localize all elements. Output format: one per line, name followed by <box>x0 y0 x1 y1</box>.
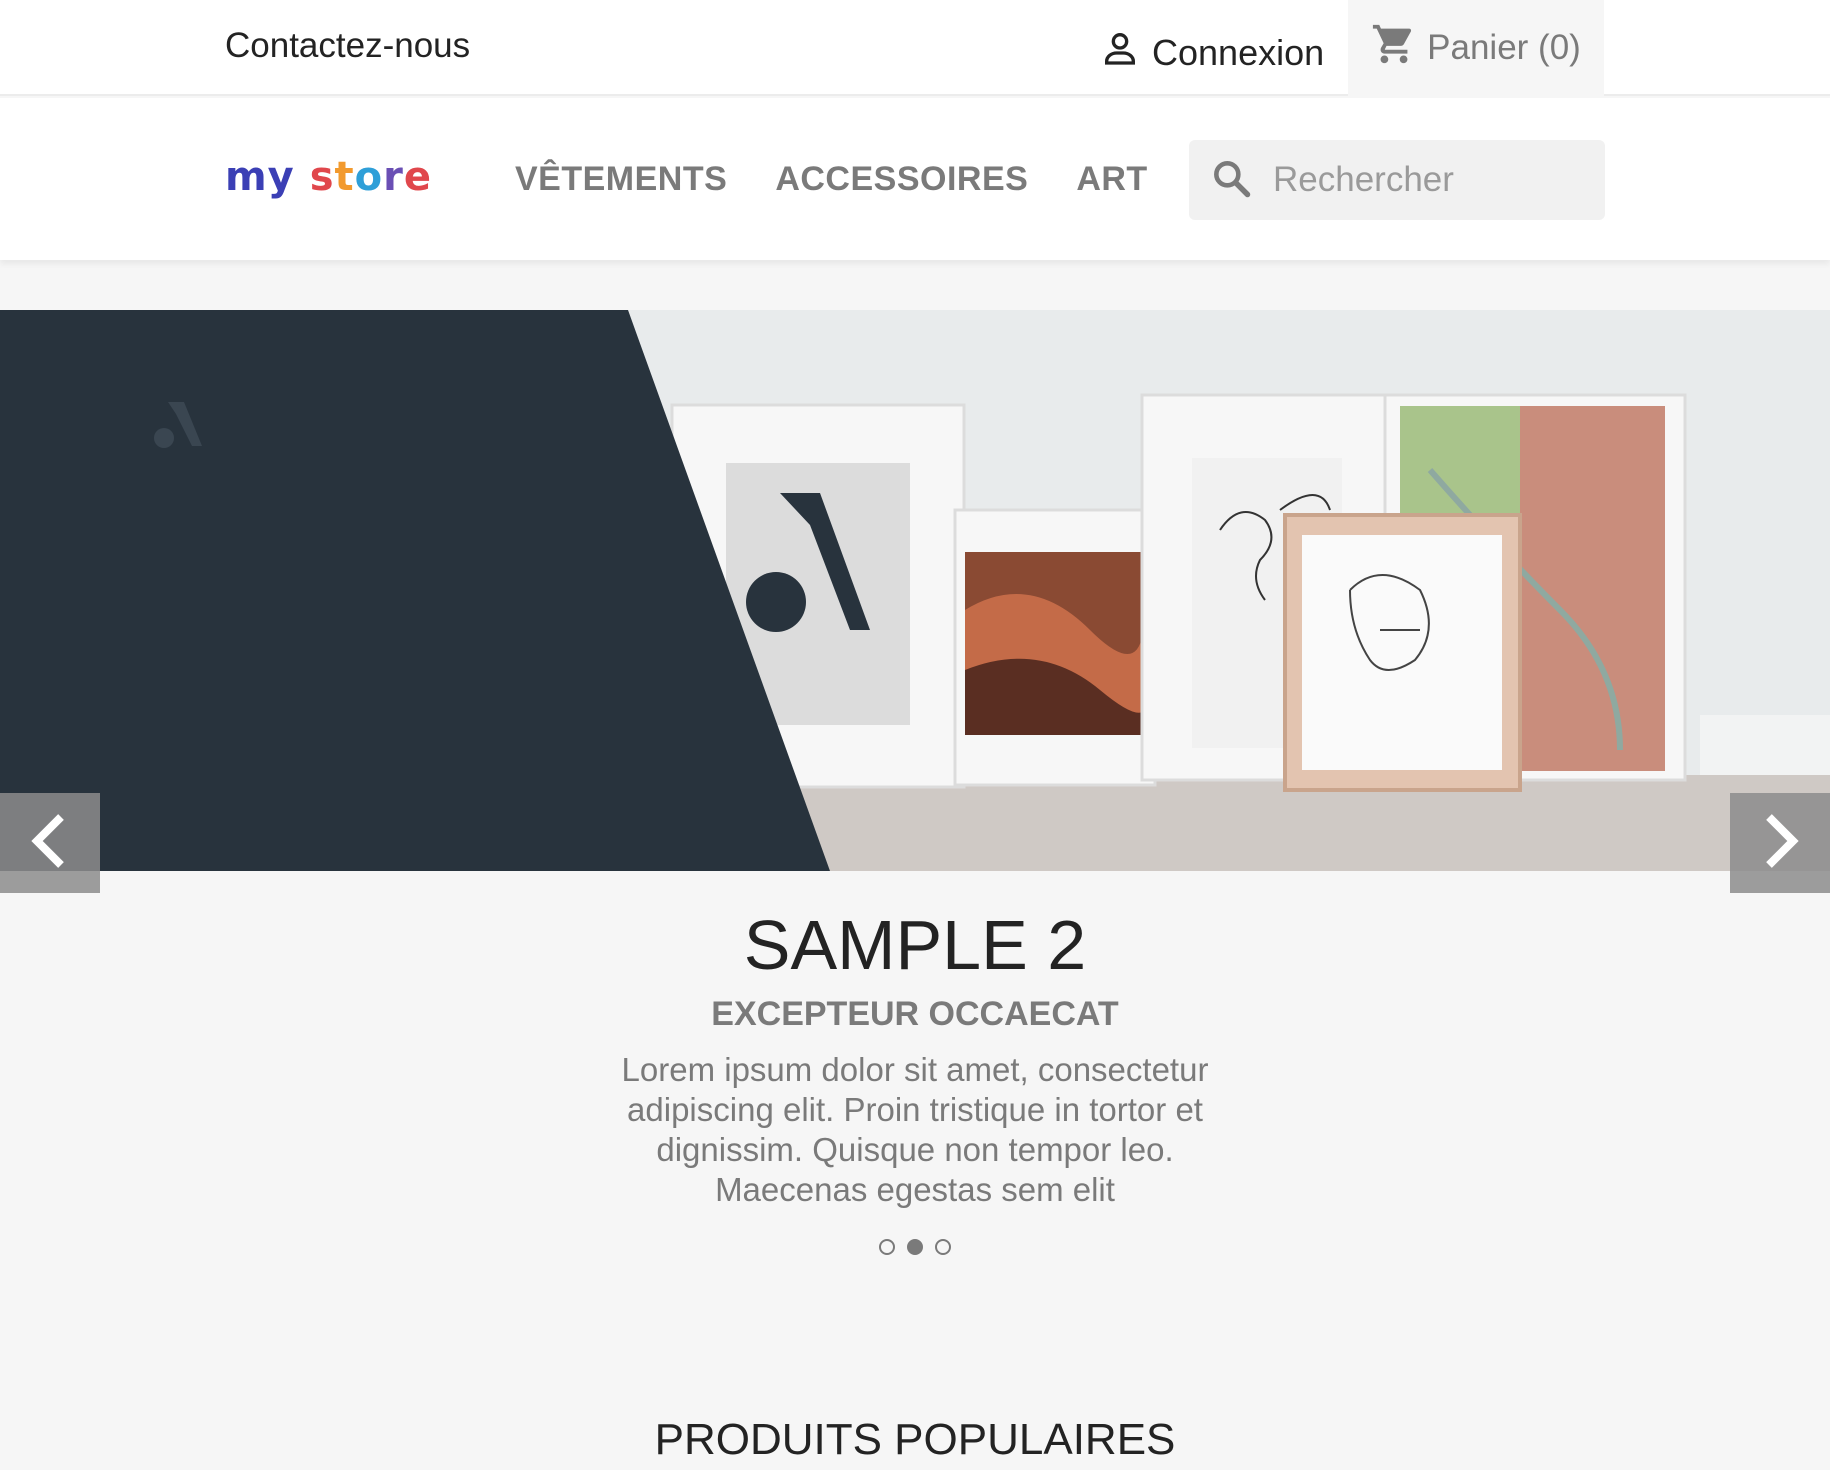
login-label: Connexion <box>1152 31 1325 73</box>
search-box <box>1189 140 1605 220</box>
search-input[interactable] <box>1273 160 1573 200</box>
search-icon[interactable] <box>1209 156 1253 205</box>
nav-item-art[interactable]: ART <box>1076 160 1147 199</box>
slide-image[interactable] <box>0 310 1830 871</box>
nav-item-accessoires[interactable]: ACCESSOIRES <box>775 160 1028 199</box>
main-nav: VÊTEMENTS ACCESSOIRES ART <box>515 160 1148 199</box>
cart-label: Panier (0) <box>1427 28 1581 67</box>
chevron-left-icon <box>25 811 75 876</box>
section-title-popular: PRODUITS POPULAIRES <box>654 1415 1176 1464</box>
slider-dot-1[interactable] <box>879 1239 895 1255</box>
slide-description: Lorem ipsum dolor sit amet, consectetur … <box>621 1051 1209 1208</box>
slide-title: SAMPLE 2 <box>743 906 1087 984</box>
chevron-right-icon <box>1755 811 1805 876</box>
login-link[interactable]: Connexion <box>1100 28 1324 77</box>
store-logo[interactable]: my store <box>225 154 432 200</box>
slide-subtitle: EXCEPTEUR OCCAECAT <box>711 995 1119 1033</box>
slider-prev-button[interactable] <box>0 793 100 893</box>
slider-next-button[interactable] <box>1730 793 1830 893</box>
cart-button[interactable]: Panier (0) <box>1348 0 1604 96</box>
cart-icon <box>1371 21 1417 76</box>
nav-item-vetements[interactable]: VÊTEMENTS <box>515 160 727 199</box>
contact-link[interactable]: Contactez-nous <box>225 26 470 66</box>
slider-indicators <box>879 1239 951 1255</box>
main-header: my store VÊTEMENTS ACCESSOIRES ART <box>0 98 1830 260</box>
hero-slider <box>0 310 1830 871</box>
slider-dot-3[interactable] <box>935 1239 951 1255</box>
top-bar: Contactez-nous Connexion Panier (0) <box>0 0 1830 96</box>
slider-dot-2[interactable] <box>907 1239 923 1255</box>
user-icon <box>1100 28 1140 77</box>
